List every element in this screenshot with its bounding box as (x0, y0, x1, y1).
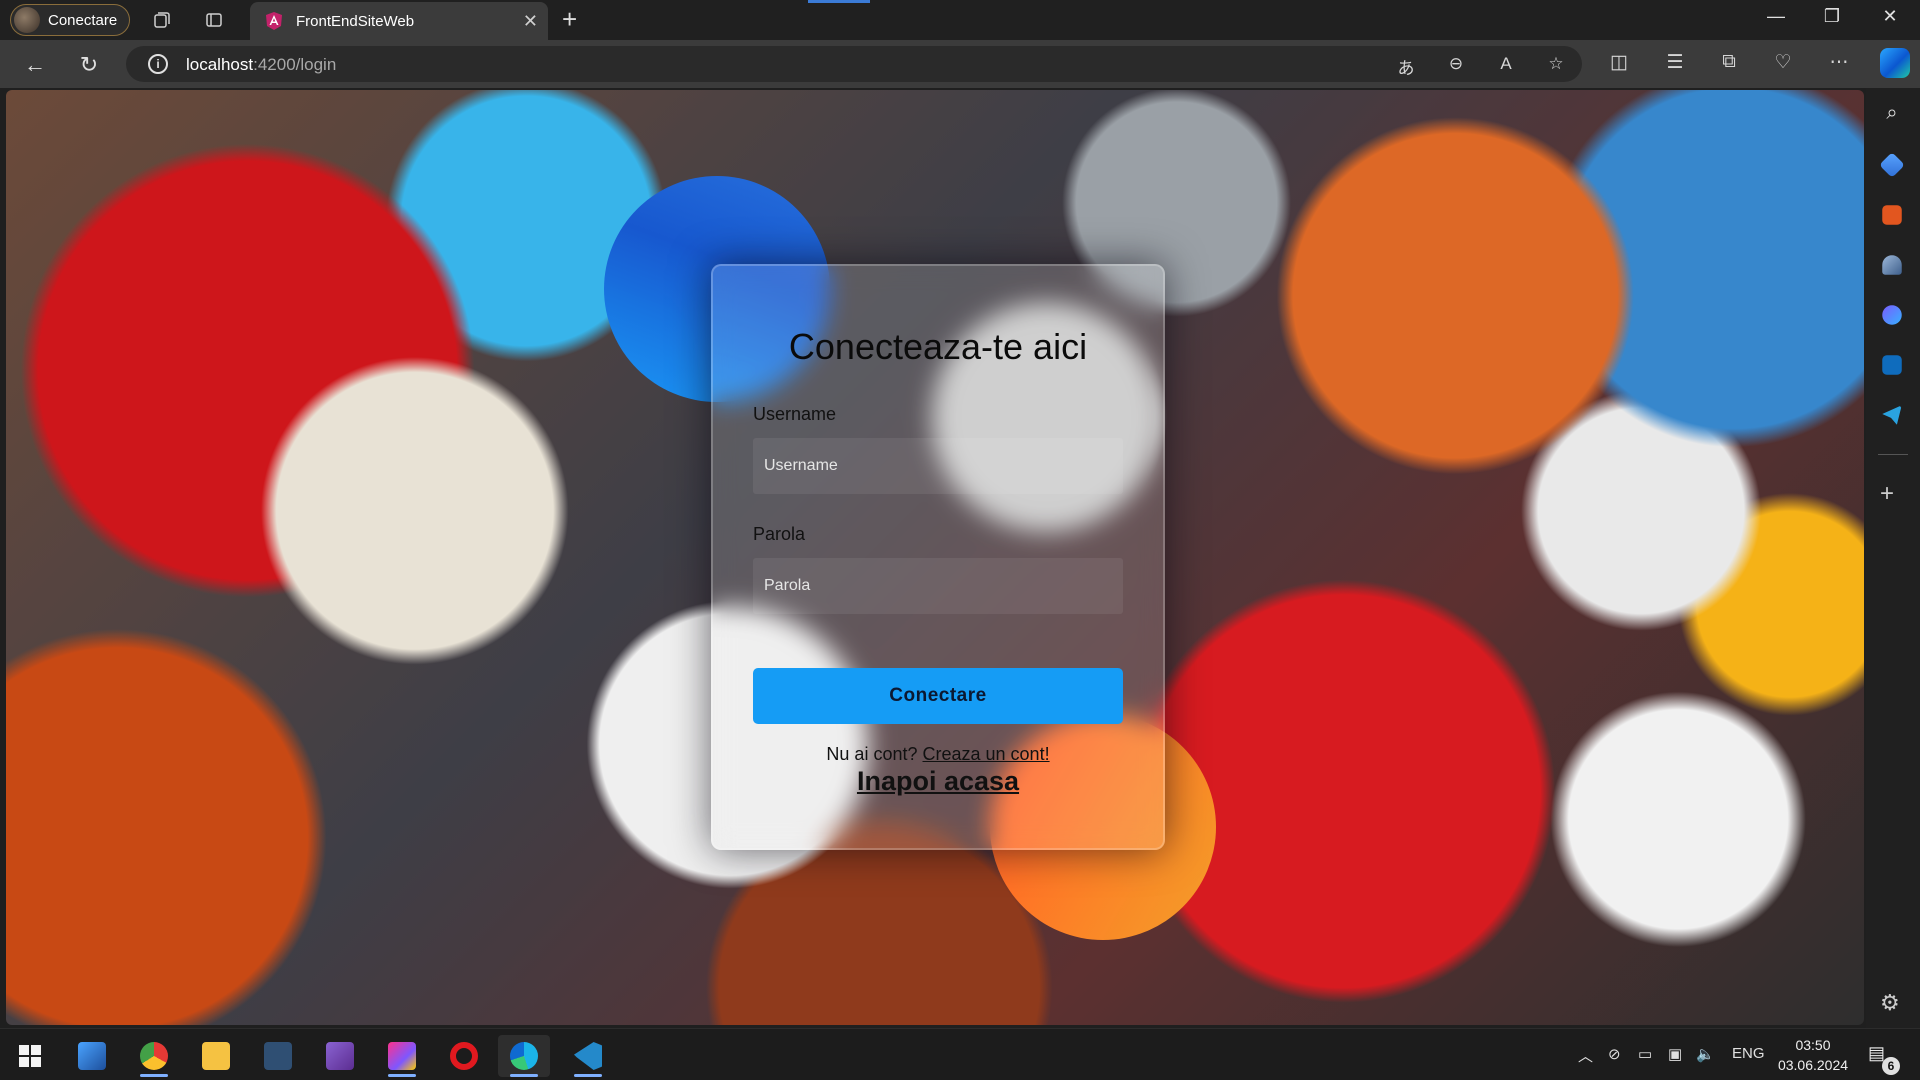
telegram-icon[interactable] (1882, 405, 1902, 425)
clock-date: 03.06.2024 (1777, 1057, 1849, 1073)
profile-avatar (14, 7, 40, 33)
username-label: Username (753, 404, 837, 424)
jetbrains-icon[interactable] (376, 1035, 428, 1077)
address-bar[interactable]: i localhost:4200/login あ ⊖ A ☆ (126, 46, 1582, 82)
tray-expand-icon[interactable]: ︿ (1578, 1045, 1593, 1066)
signup-link[interactable]: Creaza un cont! (923, 744, 1050, 764)
tab-title: FrontEndSiteWeb (296, 12, 415, 30)
signup-prompt-line: Nu ai cont? Creaza un cont! (713, 744, 1163, 765)
favorite-star-icon[interactable]: ☆ (1544, 54, 1568, 76)
read-aloud-icon[interactable]: A (1494, 54, 1518, 76)
notification-count-badge: 6 (1882, 1057, 1900, 1075)
browser-toolbar: ← ↻ i localhost:4200/login あ ⊖ A ☆ ◫ ☰ ⧉… (0, 40, 1920, 88)
tab-actions-icon[interactable] (202, 8, 226, 32)
browser-sidebar: ⌕ + ⚙ (1866, 88, 1920, 1028)
site-info-icon[interactable]: i (148, 54, 168, 74)
clock-time: 03:50 (1795, 1037, 1831, 1053)
visual-studio-icon[interactable] (314, 1035, 366, 1077)
windows-start-icon[interactable] (4, 1035, 56, 1077)
network-off-icon[interactable]: ⊘ (1608, 1045, 1621, 1063)
ethernet-icon[interactable]: ▣ (1668, 1045, 1682, 1063)
split-screen-icon[interactable]: ◫ (1606, 51, 1632, 77)
copilot-icon[interactable] (1880, 48, 1910, 78)
password-input[interactable] (753, 558, 1123, 614)
vscode-icon[interactable] (562, 1035, 614, 1077)
running-indicator (388, 1074, 416, 1077)
more-options-icon[interactable]: ⋯ (1826, 51, 1852, 77)
url-path: :4200/login (253, 55, 337, 74)
volume-icon[interactable]: 🔈 (1696, 1045, 1715, 1063)
profile-label: Conectare (48, 11, 118, 29)
settings-gear-icon[interactable]: ⚙ (1880, 990, 1900, 1016)
zoom-out-icon[interactable]: ⊖ (1444, 54, 1468, 76)
loading-indicator (808, 0, 870, 3)
windows-taskbar: ︿ ⊘ ▭ ▣ 🔈 ENG 03:50 03.06.2024 ▤ 6 (0, 1028, 1920, 1080)
browser-tab-bar: Conectare FrontEndSiteWeb ✕ + — ❐ ✕ (0, 0, 1920, 40)
profile-button[interactable]: Conectare (10, 4, 130, 36)
password-label: Parola (753, 524, 806, 544)
running-indicator (510, 1074, 538, 1077)
browser-essentials-icon[interactable]: ♡ (1770, 51, 1796, 77)
login-title: Conecteaza-te aici (788, 326, 1088, 367)
page-viewport: Conecteaza-te aici Username Parola Conec… (6, 90, 1864, 1025)
edge-icon[interactable] (498, 1035, 550, 1077)
username-input[interactable] (753, 438, 1123, 494)
opera-icon[interactable] (438, 1035, 490, 1077)
url-host: localhost (186, 55, 254, 74)
translate-icon[interactable]: あ (1394, 54, 1418, 78)
running-indicator (574, 1074, 602, 1077)
signup-prompt: Nu ai cont? (826, 744, 918, 764)
refresh-icon[interactable]: ↻ (76, 52, 102, 78)
workspaces-icon[interactable] (150, 8, 174, 32)
close-window-icon[interactable]: ✕ (1870, 6, 1910, 27)
chrome-icon[interactable] (128, 1035, 180, 1077)
system-clock[interactable]: 03:50 03.06.2024 (1768, 1035, 1858, 1075)
chess-icon[interactable] (1882, 255, 1902, 275)
back-home-link[interactable]: Inapoi acasa (713, 766, 1163, 797)
designer-icon[interactable] (1882, 305, 1902, 325)
toolbox-icon[interactable] (1882, 205, 1902, 225)
back-icon[interactable]: ← (22, 52, 48, 78)
search-icon[interactable]: ⌕ (1879, 102, 1905, 128)
sidebar-divider (1878, 454, 1908, 455)
angular-favicon-icon (266, 12, 282, 30)
folder-icon[interactable] (190, 1035, 242, 1077)
outlook-icon[interactable] (1882, 355, 1902, 375)
collections-icon[interactable]: ⧉ (1716, 51, 1742, 77)
login-button[interactable]: Conectare (753, 668, 1123, 724)
favorites-icon[interactable]: ☰ (1662, 51, 1688, 77)
language-indicator[interactable]: ENG (1732, 1045, 1765, 1062)
tag-icon[interactable] (1879, 152, 1905, 178)
tab-frontendsiteweb[interactable]: FrontEndSiteWeb ✕ (250, 2, 548, 40)
login-form: Conecteaza-te aici Username Parola Conec… (711, 264, 1165, 850)
running-indicator (140, 1074, 168, 1077)
restore-icon[interactable]: ❐ (1812, 6, 1852, 27)
network-app-icon[interactable] (252, 1035, 304, 1077)
new-tab-button[interactable]: + (562, 6, 577, 32)
add-sidebar-app-icon[interactable]: + (1880, 480, 1894, 508)
battery-icon[interactable]: ▭ (1638, 1045, 1652, 1063)
minimize-icon[interactable]: — (1756, 6, 1796, 27)
file-explorer-icon[interactable] (66, 1035, 118, 1077)
close-tab-icon[interactable]: ✕ (523, 11, 538, 32)
